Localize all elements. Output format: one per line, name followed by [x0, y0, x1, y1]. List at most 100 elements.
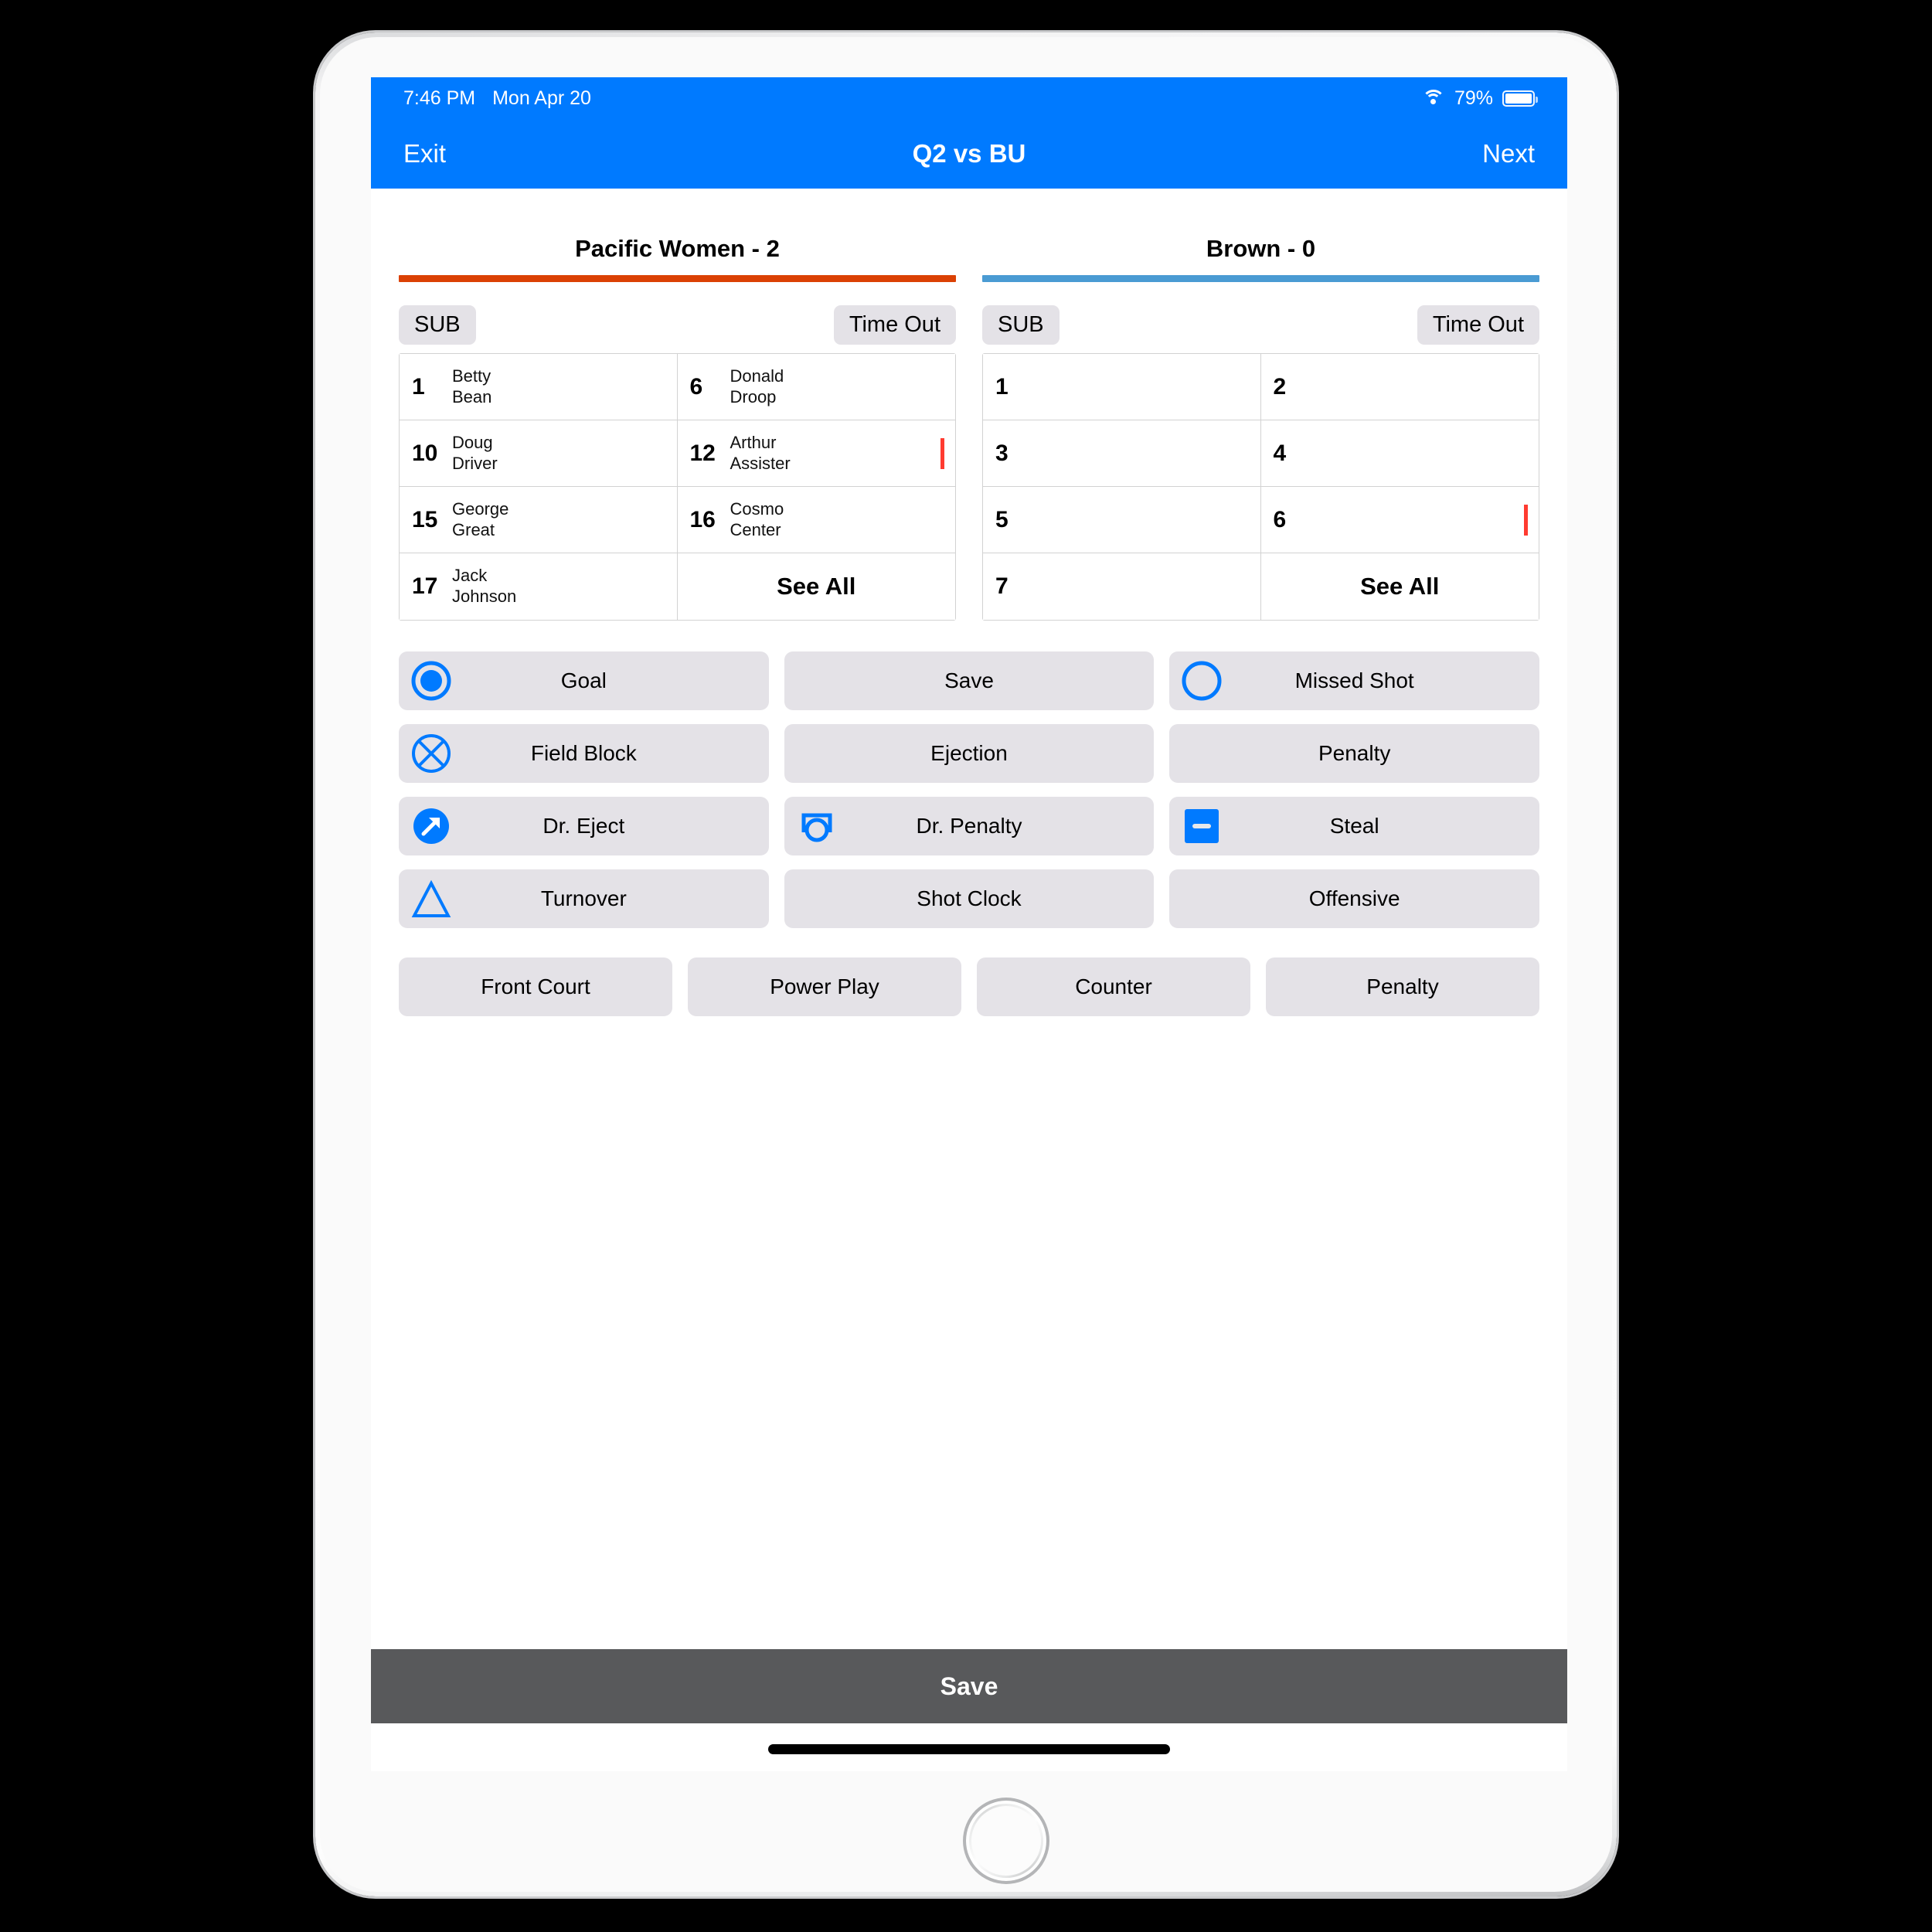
action-label: Dr. Penalty: [916, 814, 1022, 838]
player-penalty-flag: [940, 437, 944, 469]
action-label: Field Block: [530, 741, 637, 765]
action-button-steal[interactable]: Steal: [1169, 797, 1539, 855]
action-button-dr-penalty[interactable]: Dr. Penalty: [784, 797, 1155, 855]
roster-cell[interactable]: 16 Cosmo Center: [677, 487, 955, 553]
action-button-save[interactable]: Save: [784, 651, 1155, 710]
player-name: Cosmo Center: [730, 498, 784, 539]
roster-cell[interactable]: 3: [983, 420, 1261, 487]
roster-cell[interactable]: 6: [1260, 487, 1539, 553]
roster-cell[interactable]: 7: [983, 553, 1261, 620]
action-label: Shot Clock: [917, 886, 1022, 910]
player-name: George Great: [452, 498, 509, 539]
exit-button[interactable]: Exit: [403, 139, 446, 168]
player-number: 6: [1273, 506, 1287, 532]
action-buttons-grid: Goal Save Missed Shot Field Block Ejecti…: [399, 621, 1539, 928]
navigation-block: 7:46 PM Mon Apr 20 79% Exit Q2 vs BU Nex…: [371, 77, 1567, 189]
action-label: Turnover: [540, 886, 627, 910]
player-name: Donald Droop: [730, 366, 784, 406]
action-label: Save: [944, 668, 994, 692]
mode-button-front-court[interactable]: Front Court: [399, 957, 672, 1016]
action-label: Steal: [1329, 814, 1379, 838]
mode-button-counter[interactable]: Counter: [977, 957, 1250, 1016]
see-all-button[interactable]: See All: [677, 553, 955, 620]
timeout-button[interactable]: Time Out: [833, 304, 956, 345]
sub-button[interactable]: SUB: [982, 304, 1060, 345]
teams-row: Pacific Women - 2 SUB Time Out 1 Betty Be…: [399, 189, 1539, 621]
team-title: Brown - 0: [1206, 235, 1316, 262]
page-title: Q2 vs BU: [912, 139, 1026, 168]
timeout-button[interactable]: Time Out: [1417, 304, 1539, 345]
filled-square-minus-icon: [1185, 809, 1219, 843]
action-button-dr-eject[interactable]: Dr. Eject: [399, 797, 769, 855]
see-all-button[interactable]: See All: [1260, 553, 1539, 620]
status-bar-left: 7:46 PM Mon Apr 20: [403, 87, 591, 110]
player-number: 1: [412, 373, 425, 400]
player-name: Betty Bean: [452, 366, 492, 406]
player-number: 12: [689, 440, 716, 466]
home-indicator: [768, 1744, 1170, 1754]
action-button-offensive[interactable]: Offensive: [1169, 869, 1539, 928]
app-body: Pacific Women - 2 SUB Time Out 1 Betty Be…: [371, 189, 1567, 1016]
team-controls: SUB Time Out: [399, 282, 956, 353]
player-number: 2: [1273, 373, 1287, 400]
goal-post-circle-icon: [801, 813, 832, 842]
team-title: Pacific Women - 2: [575, 235, 780, 262]
player-penalty-flag: [1524, 504, 1528, 536]
action-label: Goal: [560, 668, 607, 692]
player-number: 5: [995, 506, 1009, 532]
action-button-turnover[interactable]: Turnover: [399, 869, 769, 928]
tablet-screen: 7:46 PM Mon Apr 20 79% Exit Q2 vs BU Nex…: [371, 77, 1567, 1771]
action-label: Ejection: [930, 741, 1008, 765]
player-number: 4: [1273, 440, 1287, 466]
player-number: 16: [689, 506, 716, 532]
action-label: Penalty: [1318, 741, 1391, 765]
team-accent-bar: [982, 275, 1539, 282]
player-name: Jack Johnson: [452, 566, 517, 606]
action-button-field-block[interactable]: Field Block: [399, 724, 769, 783]
player-number: 1: [995, 373, 1009, 400]
action-button-shot-clock[interactable]: Shot Clock: [784, 869, 1155, 928]
action-button-goal[interactable]: Goal: [399, 651, 769, 710]
action-label: Missed Shot: [1294, 668, 1414, 692]
player-name: Doug Driver: [452, 432, 498, 473]
status-time: 7:46 PM: [403, 87, 476, 109]
wifi-icon: [1421, 90, 1445, 107]
battery-icon: [1502, 90, 1538, 107]
roster-cell[interactable]: 12 Arthur Assister: [677, 420, 955, 487]
roster-cell[interactable]: 6 Donald Droop: [677, 354, 955, 420]
player-number: 7: [995, 573, 1009, 599]
mode-button-penalty[interactable]: Penalty: [1266, 957, 1539, 1016]
action-label: Dr. Eject: [543, 814, 625, 838]
player-number: 10: [412, 440, 438, 466]
circle-x-icon: [412, 734, 451, 773]
next-button[interactable]: Next: [1482, 139, 1535, 168]
filled-circle-arrow-icon: [413, 808, 449, 844]
action-button-ejection[interactable]: Ejection: [784, 724, 1155, 783]
status-bar: 7:46 PM Mon Apr 20 79%: [371, 77, 1567, 119]
mode-button-power-play[interactable]: Power Play: [688, 957, 961, 1016]
action-button-penalty[interactable]: Penalty: [1169, 724, 1539, 783]
roster-cell[interactable]: 10 Doug Driver: [400, 420, 678, 487]
roster-cell[interactable]: 4: [1260, 420, 1539, 487]
home-button-inner: [971, 1806, 1041, 1876]
save-button[interactable]: Save: [371, 1649, 1567, 1723]
roster-cell[interactable]: 1: [983, 354, 1261, 420]
status-bar-right: 79%: [1421, 87, 1538, 110]
roster-cell[interactable]: 1 Betty Bean: [400, 354, 678, 420]
filled-circle-in-ring-icon: [411, 661, 451, 701]
battery-percent-label: 79%: [1454, 87, 1493, 109]
team-accent-bar: [399, 275, 956, 282]
roster-cell[interactable]: 5: [983, 487, 1261, 553]
roster-cell[interactable]: 17 Jack Johnson: [400, 553, 678, 620]
roster-grid: 1 Betty Bean 6 Donald Droop 10 Doug Driver …: [399, 353, 956, 621]
player-number: 3: [995, 440, 1009, 466]
team-panel-away: Brown - 0 SUB Time Out 1 2 3 4 5 6 7 See…: [982, 235, 1539, 621]
roster-cell[interactable]: 2: [1260, 354, 1539, 420]
home-button[interactable]: [966, 1801, 1046, 1881]
status-date: Mon Apr 20: [492, 87, 591, 109]
open-circle-icon: [1182, 661, 1222, 701]
player-number: 15: [412, 506, 438, 532]
roster-cell[interactable]: 15 George Great: [400, 487, 678, 553]
sub-button[interactable]: SUB: [399, 304, 476, 345]
action-button-missed-shot[interactable]: Missed Shot: [1169, 651, 1539, 710]
